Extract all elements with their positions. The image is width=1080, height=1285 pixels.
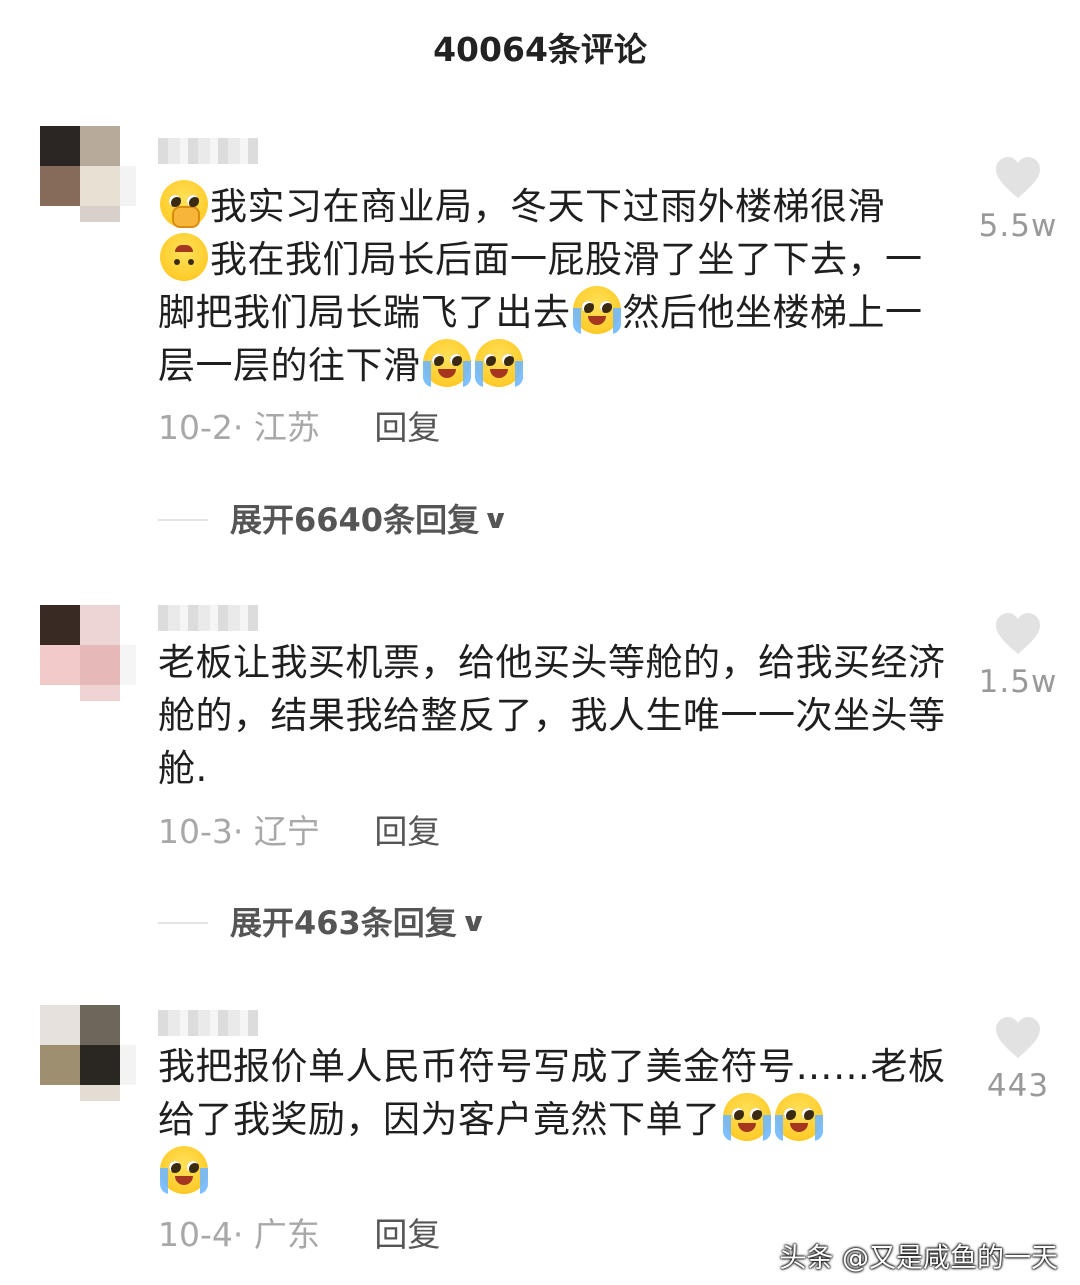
username-blurred[interactable] bbox=[158, 1010, 258, 1036]
crying-face-icon bbox=[774, 1093, 823, 1141]
username-blurred[interactable] bbox=[158, 138, 258, 164]
crying-face-icon bbox=[474, 339, 523, 387]
reply-button[interactable]: 回复 bbox=[374, 408, 440, 447]
comment-region: 江苏 bbox=[253, 408, 320, 447]
crying-face-icon bbox=[422, 339, 471, 387]
comment-date: 10-2 bbox=[158, 408, 233, 447]
comment-meta: 10-3· 辽宁 回复 bbox=[158, 812, 441, 851]
heart-icon[interactable] bbox=[994, 1016, 1042, 1060]
crying-face-icon bbox=[572, 286, 621, 334]
heart-icon[interactable] bbox=[994, 156, 1042, 200]
comment-text: 我把报价单人民币符号写成了美金符号……老板给了我奖励，因为客户竟然下单了 bbox=[158, 1040, 948, 1199]
like-count: 1.5w bbox=[978, 664, 1058, 700]
username-blurred[interactable] bbox=[158, 605, 258, 631]
crying-face-icon bbox=[160, 1146, 208, 1194]
shy-face-icon bbox=[160, 180, 208, 228]
comment-text: 我实习在商业局，冬天下过雨外楼梯很滑 我在我们局长后面一屁股滑了坐了下去，一脚把我… bbox=[158, 180, 948, 392]
reply-button[interactable]: 回复 bbox=[374, 812, 440, 851]
comment-region: 广东 bbox=[253, 1215, 320, 1254]
avatar[interactable] bbox=[40, 1005, 136, 1101]
like-button[interactable]: 1.5w bbox=[978, 612, 1058, 700]
comments-count-title: 40064条评论 bbox=[433, 30, 647, 69]
like-button[interactable]: 443 bbox=[978, 1016, 1058, 1104]
comment-text: 老板让我买机票，给他买头等舱的，给我买经济舱的，结果我给整反了，我人生唯一一次坐… bbox=[158, 641, 946, 790]
chevron-down-icon: ∨ bbox=[481, 505, 510, 535]
avatar[interactable] bbox=[40, 126, 136, 222]
divider bbox=[158, 922, 208, 924]
like-button[interactable]: 5.5w bbox=[978, 156, 1058, 244]
expand-replies-button[interactable]: 展开6640条回复 ∨ bbox=[158, 500, 510, 540]
heart-icon[interactable] bbox=[994, 612, 1042, 656]
divider bbox=[158, 519, 208, 521]
watermark: 头条 @又是咸鱼的一天 bbox=[779, 1243, 1058, 1274]
reply-button[interactable]: 回复 bbox=[374, 1215, 440, 1254]
comment-meta: 10-4· 广东 回复 bbox=[158, 1215, 441, 1254]
comment-date: 10-3 bbox=[158, 812, 233, 851]
expand-replies-button[interactable]: 展开463条回复 ∨ bbox=[158, 903, 488, 943]
comment-meta: 10-2· 江苏 回复 bbox=[158, 408, 441, 447]
upside-down-face-icon bbox=[160, 233, 208, 281]
avatar[interactable] bbox=[40, 605, 136, 701]
comment-date: 10-4 bbox=[158, 1215, 233, 1254]
like-count: 443 bbox=[986, 1068, 1050, 1104]
like-count: 5.5w bbox=[978, 208, 1058, 244]
comment-region: 辽宁 bbox=[253, 812, 320, 851]
crying-face-icon bbox=[722, 1093, 771, 1141]
chevron-down-icon: ∨ bbox=[459, 908, 488, 938]
